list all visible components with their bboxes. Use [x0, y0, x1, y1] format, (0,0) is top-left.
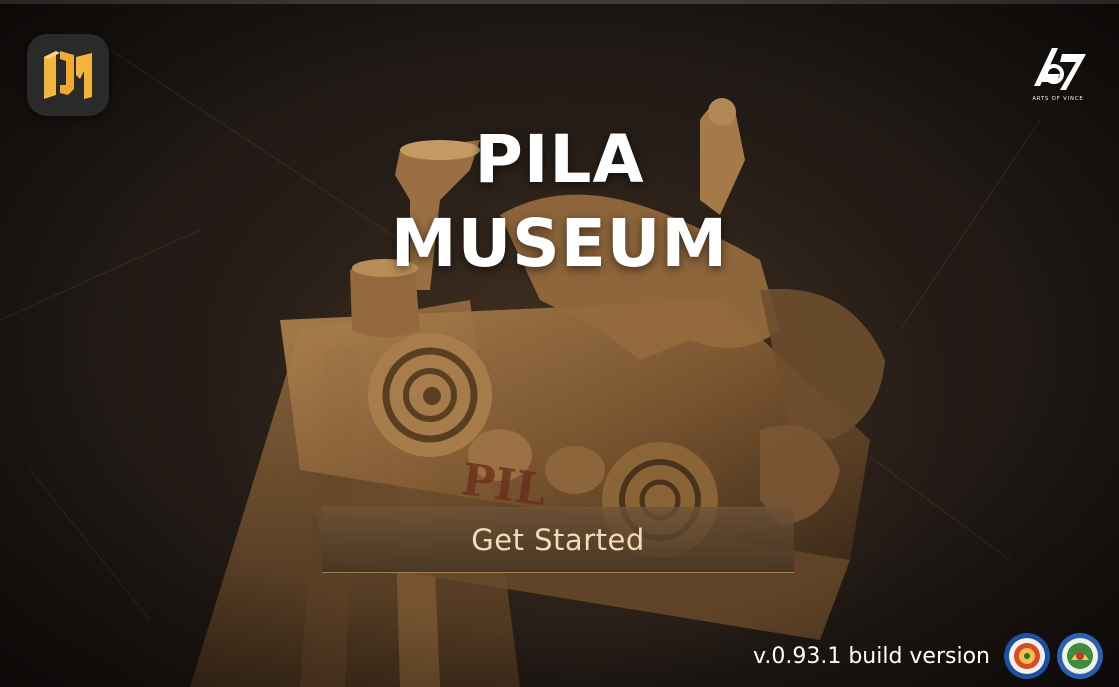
- title-line-1: PILA: [474, 121, 645, 198]
- launch-screen: PIL ARTS OF VINCE PILA MUSEUM Get Starte…: [0, 0, 1119, 687]
- app-logo-icon: [27, 34, 109, 116]
- sculpture-backdrop-image: PIL: [0, 0, 1119, 687]
- svg-text:ARTS OF VINCE: ARTS OF VINCE: [1032, 96, 1083, 102]
- get-started-button[interactable]: Get Started: [322, 507, 794, 573]
- page-title: PILA MUSEUM: [300, 118, 819, 286]
- heritage-seal-icon: [1057, 633, 1103, 679]
- arts-of-vince-logo-mark: ARTS OF VINCE: [1032, 48, 1086, 102]
- municipal-seal-icon: [1004, 633, 1050, 679]
- build-version-label: v.0.93.1 build version: [753, 644, 990, 669]
- app-logo-glyph: [44, 51, 92, 99]
- title-line-2: MUSEUM: [390, 205, 729, 282]
- arts-of-vince-logo: ARTS OF VINCE: [1024, 40, 1092, 104]
